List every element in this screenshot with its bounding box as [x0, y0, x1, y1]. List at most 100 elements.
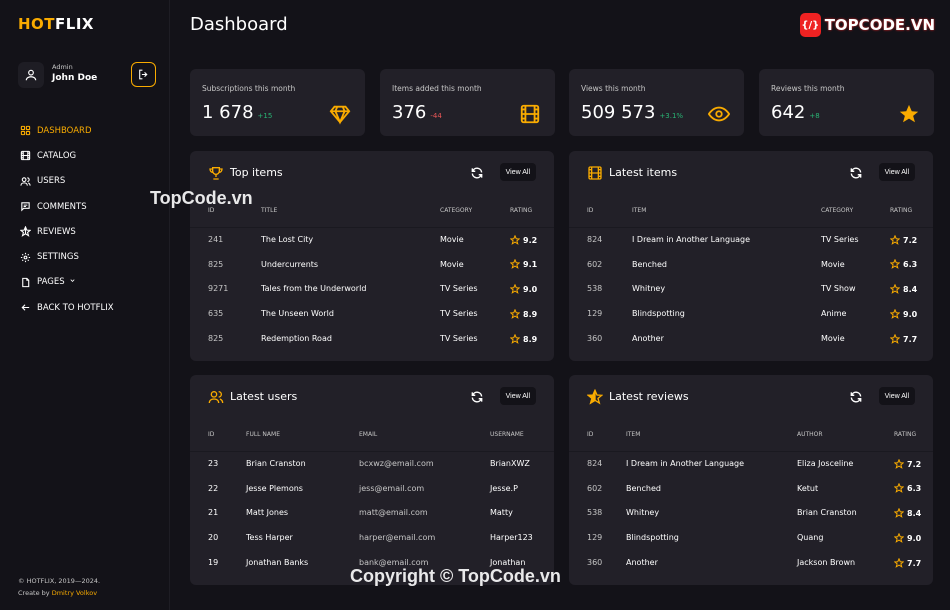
cell-rating: 8.4 [890, 277, 933, 302]
table-row[interactable]: 635 The Unseen World TV Series 8.9 [190, 301, 554, 326]
table-row[interactable]: 538 Whitney TV Show 8.4 [569, 277, 933, 302]
cell-text: Matty [490, 508, 513, 518]
users-icon [18, 174, 32, 188]
cell-id: 21 [190, 501, 246, 526]
table-row[interactable]: 360 Another Jackson Brown 7.7 [569, 550, 933, 575]
top-items-table: ID TITLE CATEGORY RATING 241 The Lost Cit… [190, 195, 554, 351]
table-row[interactable]: 602 Benched Ketut 6.3 [569, 476, 933, 501]
cell-id: 635 [190, 301, 261, 326]
chevron-down-icon [69, 277, 76, 287]
card-title: Latest reviews [609, 390, 689, 403]
table-row[interactable]: 129 Blindspotting Anime 9.0 [569, 301, 933, 326]
author-link[interactable]: Dmitry Volkov [52, 589, 97, 597]
star-half-icon [18, 225, 32, 239]
user-icon [25, 69, 37, 81]
table-row[interactable]: 22 Jesse Plemons jess@email.com Jesse.P [190, 476, 554, 501]
table-row[interactable]: 360 Another Movie 7.7 [569, 326, 933, 351]
cell-text: 7.7 [907, 558, 922, 568]
copyright-text: © HOTFLIX, 2019—2024. [18, 577, 101, 585]
cell-id: 22 [190, 476, 246, 501]
brand-logo[interactable]: {/} TOPCODE.VN [800, 10, 935, 40]
view-all-button[interactable]: View All [499, 163, 536, 181]
cell-rating: 7.2 [894, 451, 933, 476]
latest-items-table: ID ITEM CATEGORY RATING 824 I Dream in An… [569, 195, 933, 351]
table-row[interactable]: 825 Redemption Road TV Series 8.9 [190, 326, 554, 351]
refresh-icon[interactable] [470, 166, 484, 180]
page-title: Dashboard [190, 14, 288, 35]
cell-text: Another [632, 334, 664, 344]
sidebar-item-catalog[interactable]: CATALOG [18, 143, 114, 168]
stat-delta: +8 [809, 112, 820, 120]
star-icon [890, 333, 900, 344]
sidebar-item-back[interactable]: BACK TO HOTFLIX [18, 295, 114, 320]
refresh-icon[interactable] [470, 390, 484, 404]
cell-text: 7.7 [903, 334, 918, 344]
view-all-button[interactable]: View All [499, 387, 536, 405]
sidebar-item-comments[interactable]: COMMENTS [18, 194, 114, 219]
cell-title: The Lost City [261, 227, 440, 252]
cell-id: 23 [190, 451, 246, 476]
refresh-icon[interactable] [849, 390, 863, 404]
sidebar-nav: DASHBOARD CATALOG USERS COMMENTS REVIEWS… [18, 118, 114, 320]
sidebar-item-users[interactable]: USERS [18, 169, 114, 194]
comment-icon [18, 200, 32, 214]
top-items-card: Top items View All ID TITLE CATEGORY RAT… [190, 151, 554, 361]
table-body: 23 Brian Cranston bcxwz@email.com BrianXWZ 2… [190, 451, 554, 575]
table-row[interactable]: 20 Tess Harper harper@email.com Harper123 [190, 525, 554, 550]
stat-number: 509 573 [581, 102, 656, 123]
cell-text: Anime [821, 309, 847, 319]
table-row[interactable]: 23 Brian Cranston bcxwz@email.com BrianXWZ [190, 451, 554, 476]
logout-button[interactable] [131, 62, 156, 87]
cell-text: jess@email.com [359, 483, 425, 493]
table-row[interactable]: 21 Matt Jones matt@email.com Matty [190, 501, 554, 526]
cell-text: 7.2 [903, 235, 918, 245]
table-row[interactable]: 538 Whitney Brian Cranston 8.4 [569, 501, 933, 526]
cell-id: 129 [569, 301, 632, 326]
logo[interactable]: HOTFLIX [18, 15, 94, 33]
cell-text: Blindspotting [632, 309, 685, 319]
cell-item: Blindspotting [626, 525, 797, 550]
cell-author: Ketut [797, 476, 894, 501]
table-body: 241 The Lost City Movie 9.2 825 Undercurrents… [190, 227, 554, 351]
cell-full-name: Brian Cranston [246, 451, 359, 476]
cell-text: Matt Jones [246, 508, 289, 518]
table-row[interactable]: 129 Blindspotting Quang 9.0 [569, 525, 933, 550]
film-icon [18, 149, 32, 163]
table-row[interactable]: 241 The Lost City Movie 9.2 [190, 227, 554, 252]
user-name: John Doe [52, 73, 98, 83]
star-icon [890, 259, 900, 270]
sidebar-item-label: CATALOG [37, 150, 77, 161]
cell-rating: 7.2 [890, 227, 933, 252]
sidebar-item-reviews[interactable]: REVIEWS [18, 219, 114, 244]
created-by: Create by Dmitry Volkov [18, 587, 100, 599]
star-icon [510, 333, 520, 344]
cell-category: Anime [821, 301, 890, 326]
cell-text: 538 [587, 508, 603, 518]
star-icon [899, 104, 919, 123]
star-icon [890, 308, 900, 319]
table-row[interactable]: 9271 Tales from the Underworld TV Series 9.… [190, 277, 554, 302]
table-row[interactable]: 825 Undercurrents Movie 9.1 [190, 252, 554, 277]
sidebar-item-dashboard[interactable]: DASHBOARD [18, 118, 114, 143]
avatar [18, 62, 44, 88]
table-row[interactable]: 824 I Dream in Another Language Eliza Josc… [569, 451, 933, 476]
cell-text: 20 [208, 533, 219, 543]
cell-text: 8.4 [903, 284, 918, 294]
table-row[interactable]: 602 Benched Movie 6.3 [569, 252, 933, 277]
cell-text: Quang [797, 533, 824, 543]
brand-badge: {/} [800, 13, 821, 37]
cell-full-name: Matt Jones [246, 501, 359, 526]
sidebar-item-pages[interactable]: PAGES [18, 270, 114, 295]
cell-text: TV Series [821, 235, 859, 245]
refresh-icon[interactable] [849, 166, 863, 180]
gear-icon [18, 250, 32, 264]
star-icon [890, 234, 900, 245]
sidebar-item-settings[interactable]: SETTINGS [18, 244, 114, 269]
view-all-button[interactable]: View All [878, 163, 915, 181]
view-all-button[interactable]: View All [878, 387, 915, 405]
cell-item: I Dream in Another Language [626, 451, 797, 476]
cell-id: 20 [190, 525, 246, 550]
sidebar-item-label: PAGES [37, 277, 65, 288]
cell-text: 9.1 [523, 260, 538, 270]
table-row[interactable]: 824 I Dream in Another Language TV Series 7… [569, 227, 933, 252]
